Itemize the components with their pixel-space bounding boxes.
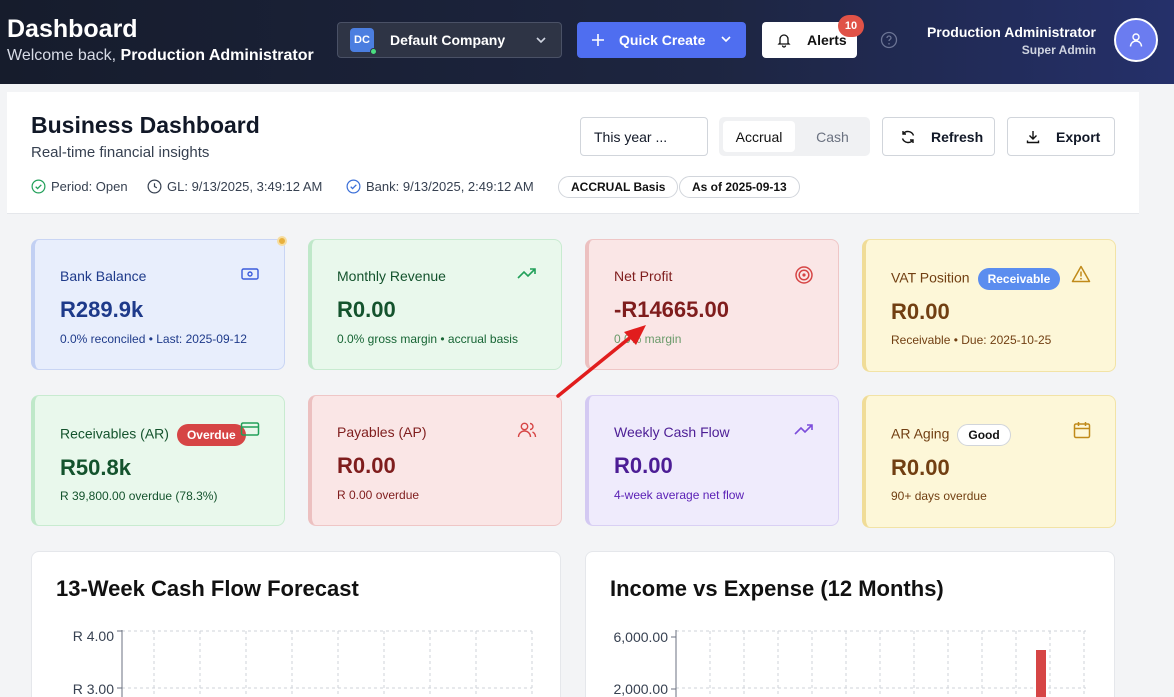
chart-gridlines (676, 630, 1086, 697)
expense-bar[interactable] (1036, 650, 1046, 697)
y-tick-label: 2,000.00 (614, 681, 669, 697)
chart-gridlines (122, 630, 533, 697)
income-expense-chart-panel: Income vs Expense (12 Months) 6,000.00 2… (585, 551, 1115, 697)
y-tick-label: R 4.00 (73, 628, 114, 644)
cashflow-chart-panel: 13-Week Cash Flow Forecast R 4.00 R 3.00 (31, 551, 561, 697)
cashflow-chart: R 4.00 R 3.00 (73, 628, 533, 697)
y-tick-label: 6,000.00 (614, 629, 669, 645)
y-tick-label: R 3.00 (73, 681, 114, 697)
income-expense-chart: 6,000.00 2,000.00 (614, 629, 1086, 697)
